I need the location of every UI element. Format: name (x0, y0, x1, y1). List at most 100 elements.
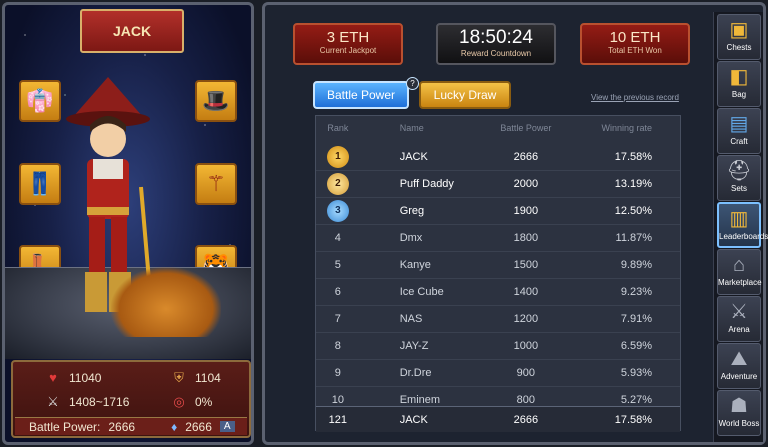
armor-icon: 👘 (26, 88, 54, 113)
my-rank-row: 121 JACK 2666 17.58% (316, 406, 680, 432)
defense-value: 1104 (195, 371, 221, 385)
table-row: 8 JAY-Z 1000 6.59% (316, 333, 680, 359)
table-row: 2 Puff Daddy 2000 13.19% (316, 171, 680, 197)
row-winning-rate: 13.19% (614, 178, 653, 190)
row-winning-rate: 12.50% (614, 205, 653, 217)
jackpot-counter: 3 ETH Current Jackpot (293, 23, 403, 65)
row-battle-power: 2000 (513, 178, 539, 190)
table-header: Rank Name Battle Power Winning rate (316, 120, 680, 136)
gold-medal-icon: 1 (326, 146, 349, 168)
chest-icon: ▣ (729, 19, 749, 41)
tiger-pet (111, 267, 221, 337)
help-icon[interactable]: ? (406, 77, 419, 90)
header-battle-power: Battle Power (500, 123, 552, 133)
total-eth-value: 10 ETH (609, 29, 661, 46)
row-winning-rate: 5.93% (620, 367, 653, 379)
hp-stat: ♥ 11040 (45, 370, 101, 385)
sidebar-item-bag[interactable]: ◧ Bag (717, 61, 761, 107)
row-winning-rate: 6.59% (620, 340, 653, 352)
market-icon: ⌂ (732, 254, 746, 276)
row-battle-power: 1000 (513, 340, 539, 352)
pants-icon: 👖 (26, 171, 54, 196)
my-name: JACK (399, 413, 428, 426)
sword-icon: ⚔ (47, 394, 59, 409)
table-row: 6 Ice Cube 1400 9.23% (316, 279, 680, 305)
previous-record-link[interactable]: View the previous record (591, 93, 679, 102)
row-battle-power: 1200 (513, 313, 539, 325)
boss-icon: ☗ (730, 395, 748, 417)
my-battle-power: 2666 (513, 413, 539, 426)
table-row: 4 Dmx 1800 11.87% (316, 225, 680, 251)
pants-slot[interactable]: 👖 (19, 163, 61, 205)
row-name: Kanye (399, 259, 431, 271)
tab-lucky-draw[interactable]: Lucky Draw (419, 81, 511, 109)
rank-badge: A (219, 421, 235, 432)
total-eth-label: Total ETH Won (608, 46, 662, 55)
my-rank: 121 (328, 413, 348, 426)
arena-icon: ⚔ (730, 301, 748, 323)
sidebar-item-label: Sets (730, 184, 747, 193)
sidebar-item-label: Bag (731, 90, 747, 99)
target-icon: ◎ (173, 394, 185, 409)
row-rank: 4 (334, 232, 341, 244)
row-rank: 8 (334, 340, 341, 352)
heart-icon: ♥ (49, 370, 57, 385)
sidebar-item-label: Leaderboards (719, 232, 768, 241)
sidebar-item-arena[interactable]: ⚔ Arena (717, 296, 761, 342)
header-winning-rate: Winning rate (601, 123, 653, 133)
row-winning-rate: 5.27% (620, 394, 653, 406)
sidebar-item-craft[interactable]: ▤ Craft (717, 108, 761, 154)
adventure-icon: ⛰ (730, 348, 748, 370)
row-name: Eminem (399, 394, 441, 406)
shield-icon: ⛨ (174, 370, 184, 385)
bag-icon: ◧ (729, 66, 749, 88)
sidebar-item-label: World Boss (718, 419, 760, 428)
sidebar-item-chests[interactable]: ▣ Chests (717, 14, 761, 60)
character-name: JACK (112, 23, 152, 39)
battle-power-label: Battle Power: (29, 419, 101, 434)
sidebar-item-leaderboards[interactable]: ▥ Leaderboards (717, 202, 768, 248)
table-row: 5 Kanye 1500 9.89% (316, 252, 680, 278)
row-name: Dmx (399, 232, 423, 244)
sidebar-item-adventure[interactable]: ⛰ Adventure (717, 343, 761, 389)
row-rank: 7 (334, 313, 341, 325)
row-winning-rate: 7.91% (620, 313, 653, 325)
countdown-value: 18:50:24 (459, 27, 533, 48)
hp-value: 11040 (69, 370, 102, 385)
staff-icon: ⚚ (206, 171, 226, 196)
row-battle-power: 2666 (513, 151, 539, 163)
sidebar-item-label: Arena (728, 325, 750, 334)
weapon-slot[interactable]: ⚚ (195, 163, 237, 205)
battle-power-value: 2666 (108, 419, 136, 434)
tab-battle-power[interactable]: Battle Power (313, 81, 409, 109)
sidebar-item-sets[interactable]: ⛑ Sets (717, 155, 761, 201)
countdown-label: Reward Countdown (460, 49, 532, 58)
gem-value: 2666 (185, 419, 212, 434)
jackpot-label: Current Jackpot (319, 46, 377, 55)
witch-hat-icon: 🎩 (202, 88, 230, 113)
jackpot-value: 3 ETH (326, 29, 370, 46)
sidebar-item-marketplace[interactable]: ⌂ Marketplace (717, 249, 762, 295)
row-battle-power: 800 (516, 394, 536, 406)
row-name: Greg (399, 205, 425, 217)
table-row: 3 Greg 1900 12.50% (316, 198, 680, 224)
armor-slot[interactable]: 👘 (19, 80, 61, 122)
row-name: Ice Cube (399, 286, 444, 298)
total-eth-counter: 10 ETH Total ETH Won (580, 23, 690, 65)
row-battle-power: 900 (516, 367, 536, 379)
sidebar-item-world-boss[interactable]: ☗ World Boss (717, 390, 761, 436)
header-name: Name (399, 123, 424, 133)
row-battle-power: 1500 (513, 259, 539, 271)
row-name: JAY-Z (399, 340, 429, 352)
row-rank: 6 (334, 286, 341, 298)
stats-box: ♥ 11040 ⛨ 1104 ⚔ 1408~1716 ◎ 0% Battle P… (11, 360, 251, 438)
row-winning-rate: 9.23% (620, 286, 653, 298)
character-name-banner: JACK (80, 9, 184, 53)
trophy-icon: ▥ (729, 208, 749, 230)
sidebar: ▣ Chests ◧ Bag ▤ Craft ⛑ Sets ▥ Leaderbo… (713, 12, 768, 442)
hat-slot[interactable]: 🎩 (195, 80, 237, 122)
row-battle-power: 1400 (513, 286, 539, 298)
sidebar-item-label: Adventure (720, 372, 758, 381)
crit-stat: ◎ 0% (171, 394, 212, 410)
diamond-icon: ♦ (171, 419, 178, 434)
